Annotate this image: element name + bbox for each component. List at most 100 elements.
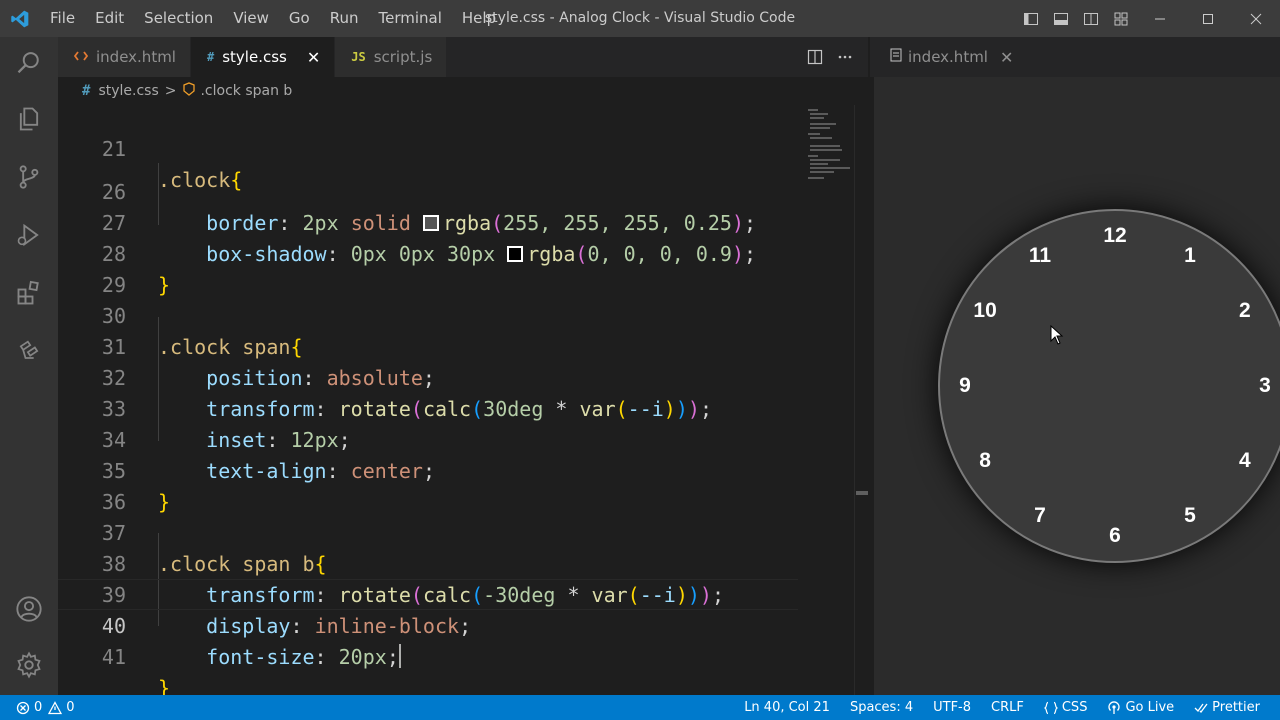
close-icon[interactable]: ✕ [1000,48,1013,67]
code-line: 26 border: 2px solid rgba(255, 255, 255,… [58,146,798,235]
remote-explorer-icon[interactable] [0,327,58,375]
braces-icon [1043,701,1058,714]
editor-tabs: index.html # style.css ✕ JS script.js [58,37,868,77]
html-file-icon [73,49,89,66]
code-line: 28 } [58,208,798,297]
accounts-icon[interactable] [0,585,58,633]
explorer-icon[interactable] [0,95,58,143]
end-of-line[interactable]: CRLF [981,700,1034,715]
preview-tabs: index.html ✕ [870,37,1280,77]
toggle-secondary-sidebar-icon[interactable] [1076,0,1106,37]
code-line: 41 } [58,611,798,695]
menu-run[interactable]: Run [320,0,369,37]
clock-number: 12 [1103,224,1127,247]
warning-count: 0 [66,700,75,715]
status-bar: 0 0 Ln 40, Col 21 Spaces: 4 UTF-8 CRLF C… [0,695,1280,720]
preview-file-icon [890,48,902,66]
clock-number: 11 [1028,244,1052,268]
error-icon [16,701,30,714]
tab-label: style.css [222,48,287,66]
preview-tab-label[interactable]: index.html [908,48,988,66]
code-editor[interactable]: 21 .clock{ 26 border: 2px solid rgba(255… [58,105,868,695]
css-file-icon: # [206,50,215,64]
code-line: 34 text-align: center; [58,394,798,483]
css-property: font-size [206,645,315,669]
encoding[interactable]: UTF-8 [923,700,981,715]
menu-go[interactable]: Go [279,0,320,37]
scrollbar-thumb[interactable] [856,491,868,495]
minimize-button[interactable] [1136,0,1184,37]
double-check-icon [1194,703,1208,713]
menu-bar: File Edit Selection View Go Run Terminal… [40,0,506,37]
settings-gear-icon[interactable] [0,641,58,689]
menu-view[interactable]: View [223,0,279,37]
source-control-icon[interactable] [0,153,58,201]
tab-label: script.js [373,48,433,66]
tab-script-js[interactable]: JS script.js [335,37,448,77]
split-editor-icon[interactable] [800,37,830,77]
css-value: 20px [338,645,387,669]
code-line-current: 40 font-size: 20px; [58,579,798,669]
clock-number: 2 [1239,299,1251,322]
search-icon[interactable] [0,39,58,87]
run-debug-icon[interactable] [0,211,58,259]
vscode-logo-icon [0,0,40,37]
mouse-pointer-icon [1050,325,1064,345]
more-actions-icon[interactable] [830,37,860,77]
code-line: 27 box-shadow: 0px 0px 30px rgba(0, 0, 0… [58,177,798,266]
customize-layout-icon[interactable] [1106,0,1136,37]
code-line: 35 } [58,425,798,514]
code-line: 29 [58,239,798,297]
activity-bar [0,37,58,695]
toggle-panel-icon[interactable] [1046,0,1076,37]
close-icon[interactable]: ✕ [307,48,320,67]
tab-index-html[interactable]: index.html [58,37,191,77]
title-controls [1016,0,1280,37]
language-mode[interactable]: CSS [1034,700,1098,715]
analog-clock: 12 1 2 3 4 5 6 7 8 9 10 11 [938,209,1280,563]
indentation[interactable]: Spaces: 4 [840,700,923,715]
clock-number: 5 [1184,503,1196,527]
warning-icon [48,700,63,714]
problems-status[interactable]: 0 0 [16,700,85,715]
code-line: 38 transform: rotate(calc(-30deg * var(-… [58,518,798,607]
css-selector-icon [182,82,196,100]
menu-help[interactable]: Help [452,0,506,37]
menu-edit[interactable]: Edit [85,0,134,37]
close-window-button[interactable] [1232,0,1280,37]
breadcrumb: # style.css > .clock span b [58,77,868,105]
clock-number: 10 [973,299,997,322]
clock-number: 6 [1109,524,1121,547]
prettier-status[interactable]: Prettier [1184,700,1270,715]
clock-number: 4 [1239,449,1251,472]
clock-number: 7 [1034,503,1046,527]
menu-file[interactable]: File [40,0,85,37]
go-live-label: Go Live [1125,700,1175,715]
maximize-button[interactable] [1184,0,1232,37]
minimap[interactable] [798,105,868,695]
broadcast-icon [1108,700,1121,714]
browser-preview: 12 1 2 3 4 5 6 7 8 9 10 11 [870,77,1280,695]
code-line: 32 transform: rotate(calc(30deg * var(--… [58,332,798,421]
error-count: 0 [34,700,43,715]
code-line: 31 position: absolute; [58,301,798,390]
code-text: } [158,676,171,695]
menu-terminal[interactable]: Terminal [369,0,452,37]
extensions-icon[interactable] [0,269,58,317]
tab-style-css[interactable]: # style.css ✕ [190,37,336,77]
code-line: 33 inset: 12px; [58,363,798,452]
toggle-primary-sidebar-icon[interactable] [1016,0,1046,37]
code-line: 30 .clock span{ [58,270,798,359]
clock-number: 1 [1184,244,1196,268]
tab-actions [800,37,868,77]
prettier-label: Prettier [1212,700,1260,715]
js-file-icon: JS [351,50,366,64]
menu-selection[interactable]: Selection [134,0,223,37]
code-line: 39 display: inline-block; [58,549,798,638]
breadcrumb-file[interactable]: style.css [98,83,158,99]
breadcrumb-symbol[interactable]: .clock span b [200,83,292,99]
go-live-button[interactable]: Go Live [1097,700,1184,715]
code-line: 37 .clock span b{ [58,487,798,576]
code-line: 21 .clock{ [58,105,798,192]
cursor-position[interactable]: Ln 40, Col 21 [734,700,840,715]
